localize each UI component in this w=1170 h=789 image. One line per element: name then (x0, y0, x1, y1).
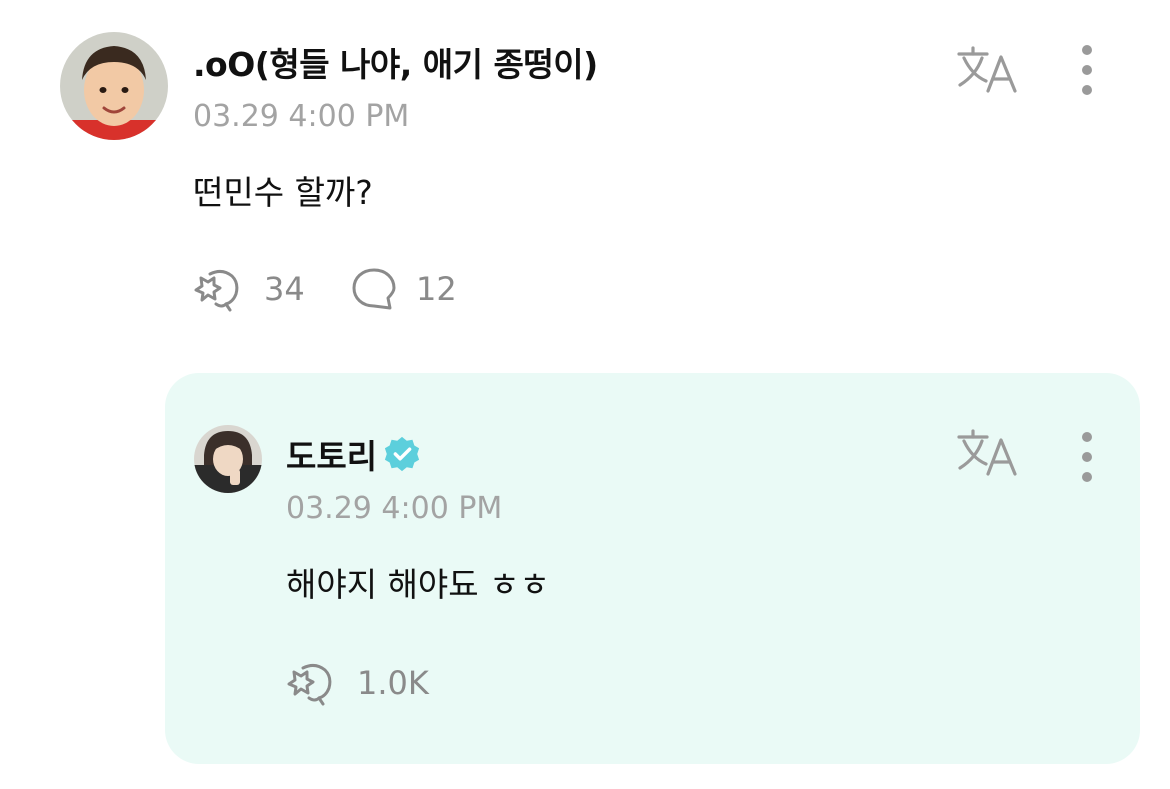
post-translate-icon[interactable] (956, 45, 1020, 95)
post-comment-count: 12 (416, 270, 457, 308)
post-timestamp: 03.29 4:00 PM (193, 99, 410, 134)
post-comment-button[interactable]: 12 (350, 266, 457, 312)
reply-author-name: 도토리 (286, 437, 378, 476)
reply-like-button[interactable]: 1.0K (285, 660, 429, 706)
verified-badge-icon (384, 436, 420, 472)
post-body-text: 떤민수 할까? (193, 173, 373, 212)
reply-translate-icon[interactable] (956, 428, 1020, 478)
like-hand-icon (194, 269, 239, 312)
reply-author[interactable]: 도토리 (286, 430, 421, 478)
portrait-avatar-icon (194, 425, 262, 493)
child-portrait-avatar-icon (60, 32, 168, 140)
post-author-avatar[interactable] (60, 32, 168, 140)
reply-author-avatar[interactable] (194, 425, 262, 493)
post-like-count: 34 (264, 270, 305, 308)
like-hand-icon (287, 663, 332, 706)
post-like-button[interactable]: 34 (192, 266, 305, 312)
reply-body-text: 해야지 해야됴 ㅎㅎ (286, 565, 550, 604)
reply-card: 도토리 03.29 4:00 PM 해야지 해야됴 ㅎㅎ 1.0K (165, 373, 1140, 764)
post-more-icon[interactable] (1075, 42, 1099, 102)
reply-like-count: 1.0K (357, 664, 429, 702)
comment-bubble-icon (352, 268, 396, 310)
reply-timestamp: 03.29 4:00 PM (286, 491, 503, 526)
post-author-name[interactable]: .oO(형들 나야, 애기 종떵이) (193, 38, 598, 86)
reply-more-icon[interactable] (1075, 429, 1099, 489)
